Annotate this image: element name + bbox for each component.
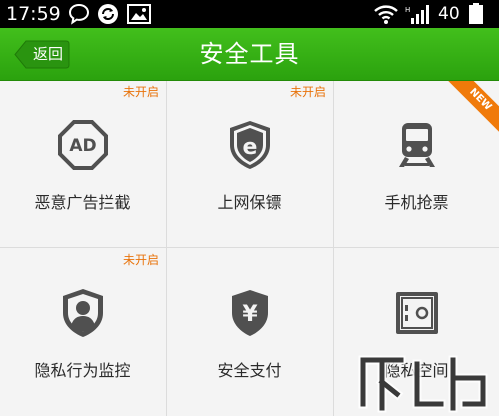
title-bar: 安全工具 返回 [0, 28, 499, 81]
tool-browser-guard[interactable]: 未开启 e 上网保镖 [167, 81, 332, 246]
watermark-logo [358, 355, 488, 413]
train-icon [399, 123, 435, 167]
sync-icon [98, 4, 118, 24]
wifi-icon [374, 5, 398, 24]
tool-ad-block[interactable]: 未开启 AD 恶意广告拦截 [0, 81, 165, 246]
grid-divider [166, 81, 167, 416]
tool-privacy-monitor[interactable]: 未开启 隐私行为监控 [0, 249, 165, 414]
tool-secure-payment[interactable]: ¥ 安全支付 [167, 249, 332, 414]
chat-icon [68, 3, 90, 25]
status-label: 未开启 [289, 85, 326, 99]
ad-block-icon: AD [58, 120, 108, 170]
yuan-shield-icon: ¥ [232, 290, 268, 336]
signal-icon: H [405, 5, 429, 24]
tool-label: 手机抢票 [384, 193, 449, 212]
privacy-shield-icon [63, 289, 103, 337]
new-badge: NEW [441, 81, 499, 139]
browser-shield-icon: e [230, 121, 270, 169]
page-title: 安全工具 [199, 40, 300, 68]
back-label: 返回 [32, 45, 63, 63]
status-bar: 17:59 H 40 [0, 0, 499, 28]
status-label: 未开启 [122, 253, 159, 267]
grid-divider [333, 81, 334, 416]
status-label: 未开启 [122, 85, 159, 99]
battery-level: 40 [438, 4, 460, 24]
safe-icon [396, 292, 438, 334]
back-button[interactable]: 返回 [14, 40, 70, 69]
battery-icon [469, 3, 483, 24]
tool-train-ticket[interactable]: NEW 手机抢票 [334, 81, 499, 246]
status-time: 17:59 [6, 3, 61, 25]
tool-label: 隐私行为监控 [34, 361, 131, 380]
image-icon [127, 4, 151, 24]
tool-label: 恶意广告拦截 [34, 193, 131, 212]
svg-text:¥: ¥ [242, 302, 258, 327]
tool-label: 上网保镖 [217, 193, 282, 212]
tool-label: 安全支付 [217, 361, 282, 380]
svg-text:AD: AD [69, 136, 96, 156]
svg-text:e: e [243, 135, 258, 160]
grid-divider [0, 247, 499, 248]
svg-text:H: H [405, 6, 410, 14]
